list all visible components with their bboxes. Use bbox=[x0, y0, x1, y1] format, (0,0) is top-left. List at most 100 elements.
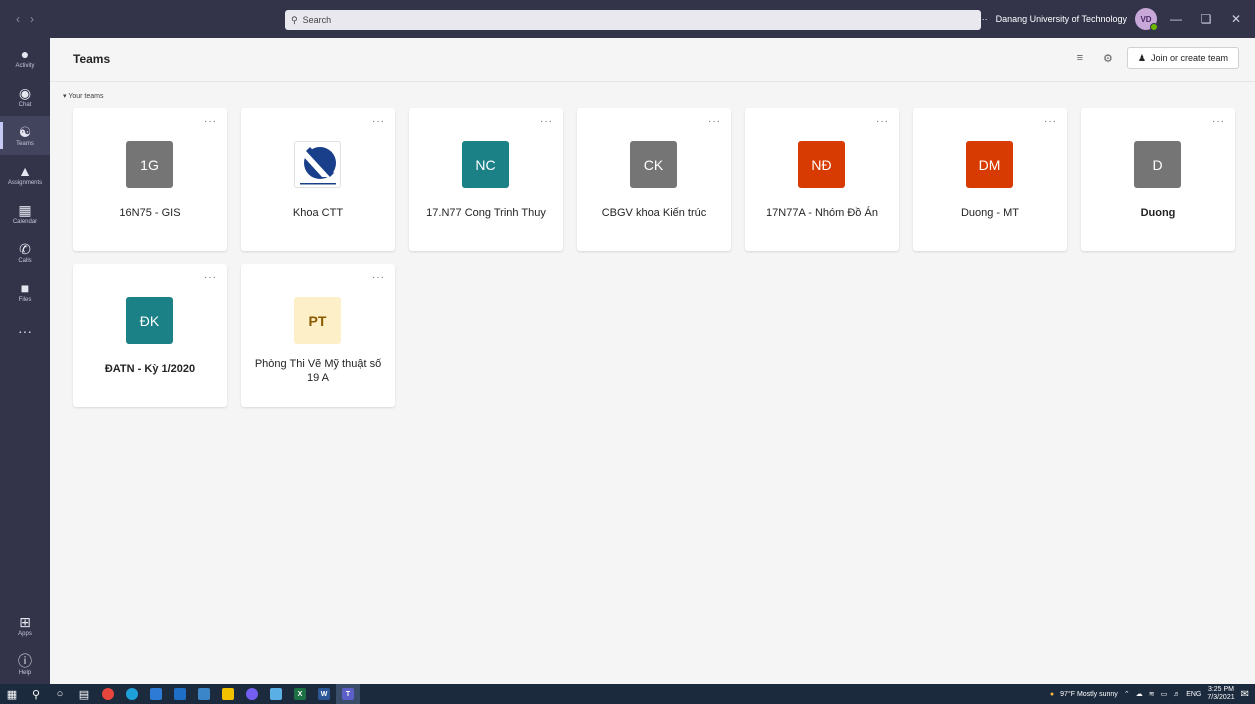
language-indicator[interactable]: ENG bbox=[1186, 691, 1201, 698]
title-bar: ‹ › ⚲ Search ··· Danang University of Te… bbox=[0, 0, 1255, 38]
gear-icon[interactable]: ⚙ bbox=[1099, 52, 1117, 65]
join-or-create-team-button[interactable]: ♟ Join or create team bbox=[1126, 47, 1239, 69]
back-arrow-icon[interactable]: ‹ bbox=[16, 12, 20, 26]
clock[interactable]: 3:25 PM 7/3/2021 bbox=[1207, 686, 1234, 702]
team-card[interactable]: ··· PT Phòng Thi Vẽ Mỹ thuật số 19 A bbox=[241, 264, 395, 407]
avatar[interactable]: VD bbox=[1135, 8, 1158, 31]
minimize-icon[interactable]: — bbox=[1165, 12, 1187, 26]
network-icon[interactable]: ≋ bbox=[1149, 690, 1155, 698]
rail-more-apps[interactable]: ··· bbox=[0, 311, 50, 350]
viber-icon[interactable] bbox=[240, 684, 264, 704]
rail-item-chat[interactable]: ◉ Chat bbox=[0, 77, 50, 116]
team-initials: DM bbox=[978, 156, 1001, 173]
team-initials: NĐ bbox=[811, 156, 832, 173]
weather-text[interactable]: 97°F Mostly sunny bbox=[1060, 691, 1118, 698]
search-input[interactable]: ⚲ Search bbox=[285, 10, 981, 30]
more-options-icon[interactable]: ··· bbox=[540, 116, 553, 127]
more-options-icon[interactable]: ··· bbox=[372, 272, 385, 283]
rail-label: Calls bbox=[18, 257, 32, 264]
weather-icon[interactable]: ● bbox=[1050, 691, 1054, 698]
team-initials: CK bbox=[643, 156, 664, 173]
more-options-icon[interactable]: ··· bbox=[204, 272, 217, 283]
team-card[interactable]: ··· NĐ 17N77A - Nhóm Đồ Án bbox=[745, 108, 899, 251]
restore-icon[interactable]: ❏ bbox=[1195, 12, 1217, 26]
your-teams-toggle[interactable]: ▾ Your teams bbox=[63, 92, 104, 100]
task-view-icon[interactable]: ▤ bbox=[72, 684, 96, 704]
team-name: Khoa CTT bbox=[292, 207, 344, 219]
notifications-icon[interactable]: ✉ bbox=[1241, 689, 1249, 700]
team-name: ĐATN - Kỳ 1/2020 bbox=[104, 363, 196, 375]
section-label-text: Your teams bbox=[68, 93, 104, 100]
team-card[interactable]: ··· Khoa CTT bbox=[241, 108, 395, 251]
team-card[interactable]: ··· D Duong bbox=[1081, 108, 1235, 251]
team-card[interactable]: ··· NC 17.N77 Cong Trinh Thuy bbox=[409, 108, 563, 251]
rail-item-apps[interactable]: ⊞ Apps bbox=[0, 606, 50, 645]
team-name: 17.N77 Cong Trinh Thuy bbox=[426, 207, 546, 219]
more-options-icon[interactable]: ··· bbox=[1044, 116, 1057, 127]
rail-label: Calendar bbox=[12, 218, 38, 225]
filter-icon[interactable]: ≡ bbox=[1071, 52, 1089, 64]
team-initials: ĐK bbox=[139, 312, 160, 329]
windows-start-icon[interactable]: ▦ bbox=[0, 684, 24, 704]
header-tools: ≡ ⚙ ♟ Join or create team bbox=[1071, 47, 1239, 69]
mail-icon[interactable] bbox=[192, 684, 216, 704]
rail-label: Assignments bbox=[7, 179, 43, 186]
cloud-icon[interactable]: ☁ bbox=[1136, 690, 1143, 698]
chat-icon: ◉ bbox=[18, 84, 32, 101]
edge-icon[interactable] bbox=[120, 684, 144, 704]
team-logo bbox=[294, 141, 341, 188]
team-card[interactable]: ··· 1G 16N75 - GIS bbox=[73, 108, 227, 251]
rail-item-calls[interactable]: ✆ Calls bbox=[0, 233, 50, 272]
rail-label: Files bbox=[18, 296, 32, 303]
avatar-initials: VD bbox=[1140, 14, 1152, 24]
teams-header: Teams ≡ ⚙ ♟ Join or create team bbox=[50, 38, 1255, 82]
team-name: Duong bbox=[1140, 207, 1176, 219]
excel-icon[interactable]: X bbox=[288, 684, 312, 704]
clock-date: 7/3/2021 bbox=[1207, 694, 1235, 701]
more-options-icon[interactable]: ··· bbox=[372, 116, 385, 127]
rail-item-files[interactable]: ■ Files bbox=[0, 272, 50, 311]
team-name: 16N75 - GIS bbox=[119, 207, 181, 219]
team-name: CBGV khoa Kiến trúc bbox=[601, 207, 707, 219]
forward-arrow-icon[interactable]: › bbox=[30, 12, 34, 26]
more-options-icon[interactable]: ··· bbox=[876, 116, 889, 127]
more-options-icon[interactable]: ··· bbox=[979, 14, 988, 24]
close-icon[interactable]: ✕ bbox=[1225, 12, 1247, 26]
teams-taskbar-icon[interactable]: T bbox=[336, 684, 360, 704]
team-card[interactable]: ··· DM Duong - MT bbox=[913, 108, 1067, 251]
rail-item-teams[interactable]: ☯ Teams bbox=[0, 116, 50, 155]
search-icon[interactable]: ⚲ bbox=[24, 684, 48, 704]
file-icon: ■ bbox=[20, 279, 30, 296]
team-card[interactable]: ··· CK CBGV khoa Kiến trúc bbox=[577, 108, 731, 251]
presence-dot bbox=[1150, 23, 1158, 31]
word-icon[interactable]: W bbox=[312, 684, 336, 704]
apps-icon: ⊞ bbox=[19, 613, 31, 630]
team-name: Phòng Thi Vẽ Mỹ thuật số 19 A bbox=[254, 358, 382, 384]
chrome-icon[interactable] bbox=[96, 684, 120, 704]
chevron-up-icon[interactable]: ⌃ bbox=[1124, 690, 1130, 698]
rail-item-help[interactable]: ⓘ Help bbox=[0, 645, 50, 684]
paint-icon[interactable] bbox=[264, 684, 288, 704]
clock-time: 3:25 PM bbox=[1207, 686, 1235, 693]
team-initials: NC bbox=[475, 156, 496, 173]
file-explorer-icon[interactable] bbox=[144, 684, 168, 704]
store-icon[interactable] bbox=[168, 684, 192, 704]
khoa-ctt-logo-icon bbox=[298, 143, 337, 184]
team-card[interactable]: ··· ĐK ĐATN - Kỳ 1/2020 bbox=[73, 264, 227, 407]
more-options-icon[interactable]: ··· bbox=[708, 116, 721, 127]
org-name[interactable]: Danang University of Technology bbox=[996, 14, 1127, 24]
team-tile: DM bbox=[966, 141, 1013, 188]
cortana-icon[interactable]: ○ bbox=[48, 684, 72, 704]
more-options-icon[interactable]: ··· bbox=[204, 116, 217, 127]
more-options-icon[interactable]: ··· bbox=[1212, 116, 1225, 127]
volume-icon[interactable]: ♬ bbox=[1173, 691, 1180, 698]
rail-item-activity[interactable]: ● Activity bbox=[0, 38, 50, 77]
team-tile: 1G bbox=[126, 141, 173, 188]
sticky-notes-icon[interactable] bbox=[216, 684, 240, 704]
display-icon[interactable]: ▭ bbox=[1161, 690, 1168, 698]
team-initials: 1G bbox=[140, 156, 159, 173]
search-placeholder: Search bbox=[302, 15, 332, 25]
rail-item-calendar[interactable]: ▦ Calendar bbox=[0, 194, 50, 233]
team-tile: D bbox=[1134, 141, 1181, 188]
rail-item-assignments[interactable]: ▲ Assignments bbox=[0, 155, 50, 194]
